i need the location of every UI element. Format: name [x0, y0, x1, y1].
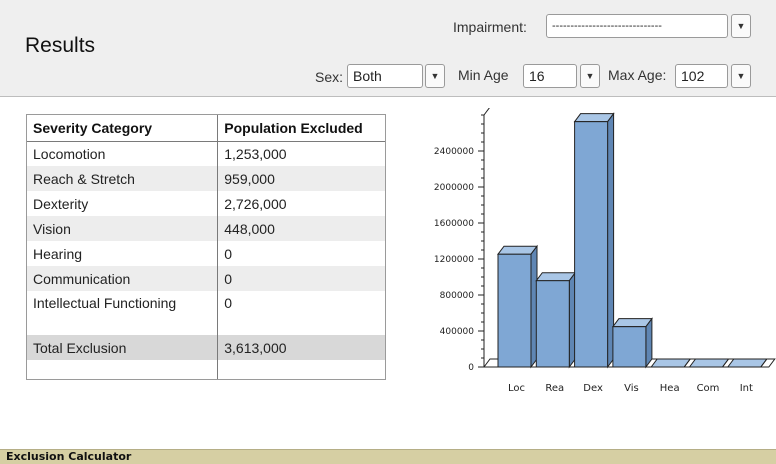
population-excluded-cell: 1,253,000 — [217, 141, 385, 166]
x-tick-label: Rea — [545, 383, 564, 394]
page-title: Results — [25, 34, 96, 57]
table-row[interactable]: Communication 0 — [27, 266, 385, 291]
severity-category-cell: Dexterity — [27, 191, 219, 216]
table-row[interactable]: Intellectual Functioning 0 — [27, 291, 385, 335]
bar-top — [573, 113, 615, 123]
x-tick-label: Vis — [624, 383, 639, 394]
severity-category-cell: Intellectual Functioning — [27, 291, 219, 335]
severity-category-cell: Locomotion — [27, 141, 219, 166]
bar — [535, 280, 570, 368]
table-row[interactable]: Vision 448,000 — [27, 216, 385, 241]
severity-category-cell: Communication — [27, 266, 219, 291]
x-tick-label: Com — [697, 383, 720, 394]
x-tick-label: Loc — [508, 383, 525, 394]
bar — [612, 326, 647, 368]
max-age-label: Max Age: — [608, 67, 667, 83]
total-exclusion-row[interactable]: Total Exclusion 3,613,000 — [27, 335, 385, 360]
table-row[interactable]: Locomotion 1,253,000 — [27, 141, 385, 166]
impairment-dropdown-icon[interactable]: ▼ — [731, 14, 751, 38]
column-header-population-excluded[interactable]: Population Excluded — [217, 115, 385, 142]
exclusion-table-container: Severity Category Population Excluded Lo… — [26, 114, 386, 380]
y-tick-label: 800000 — [440, 291, 475, 301]
max-age-select[interactable]: 102 — [675, 64, 728, 88]
min-age-label: Min Age — [458, 67, 509, 83]
min-age-dropdown-icon[interactable]: ▼ — [580, 64, 600, 88]
bar-top — [535, 272, 577, 282]
population-excluded-cell: 0 — [217, 266, 385, 291]
empty-cell — [217, 360, 385, 379]
impairment-label: Impairment: — [453, 19, 527, 35]
status-bar: Exclusion Calculator — [0, 449, 776, 464]
table-filler-row — [27, 360, 385, 379]
results-header: Results Impairment: --------------------… — [0, 0, 776, 97]
bar-top — [688, 358, 730, 368]
bar — [574, 121, 609, 368]
empty-cell — [27, 360, 219, 379]
column-header-severity-category[interactable]: Severity Category — [27, 115, 219, 142]
total-exclusion-label: Total Exclusion — [27, 335, 219, 360]
y-tick-label: 1200000 — [434, 255, 474, 265]
bar-top — [497, 245, 538, 255]
severity-category-cell: Hearing — [27, 241, 219, 266]
bar — [497, 253, 532, 368]
table-row[interactable]: Hearing 0 — [27, 241, 385, 266]
bar-top — [650, 358, 692, 368]
population-excluded-cell: 0 — [217, 291, 385, 335]
severity-category-cell: Vision — [27, 216, 219, 241]
exclusion-table: Severity Category Population Excluded Lo… — [27, 115, 385, 379]
exclusion-bar-chart: 0 400000 800000 1200000 1600000 2000000 240000… — [434, 108, 776, 394]
x-tick-label: Hea — [660, 383, 680, 394]
bar-side — [645, 317, 653, 369]
population-excluded-cell: 0 — [217, 241, 385, 266]
population-excluded-cell: 959,000 — [217, 166, 385, 191]
table-header-row: Severity Category Population Excluded — [27, 115, 385, 142]
population-excluded-cell: 2,726,000 — [217, 191, 385, 216]
bar-top — [726, 358, 768, 368]
impairment-select[interactable]: ------------------------------ — [546, 14, 728, 38]
y-tick-label: 1600000 — [434, 219, 474, 229]
y-tick-label: 2000000 — [434, 183, 474, 193]
max-age-dropdown-icon[interactable]: ▼ — [731, 64, 751, 88]
y-axis-top-edge — [483, 108, 490, 116]
population-excluded-cell: 448,000 — [217, 216, 385, 241]
sex-select[interactable]: Both — [347, 64, 423, 88]
sex-dropdown-icon[interactable]: ▼ — [425, 64, 445, 88]
y-tick-label: 0 — [468, 363, 474, 373]
y-tick-label: 400000 — [440, 327, 475, 337]
bar-top — [611, 318, 653, 328]
x-tick-label: Int — [740, 383, 753, 394]
table-row[interactable]: Reach & Stretch 959,000 — [27, 166, 385, 191]
severity-category-cell: Reach & Stretch — [27, 166, 219, 191]
table-row[interactable]: Dexterity 2,726,000 — [27, 191, 385, 216]
x-tick-label: Dex — [583, 383, 603, 394]
sex-label: Sex: — [315, 69, 344, 85]
min-age-select[interactable]: 16 — [523, 64, 577, 88]
y-tick-label: 2400000 — [434, 147, 474, 157]
total-exclusion-value: 3,613,000 — [217, 335, 385, 360]
